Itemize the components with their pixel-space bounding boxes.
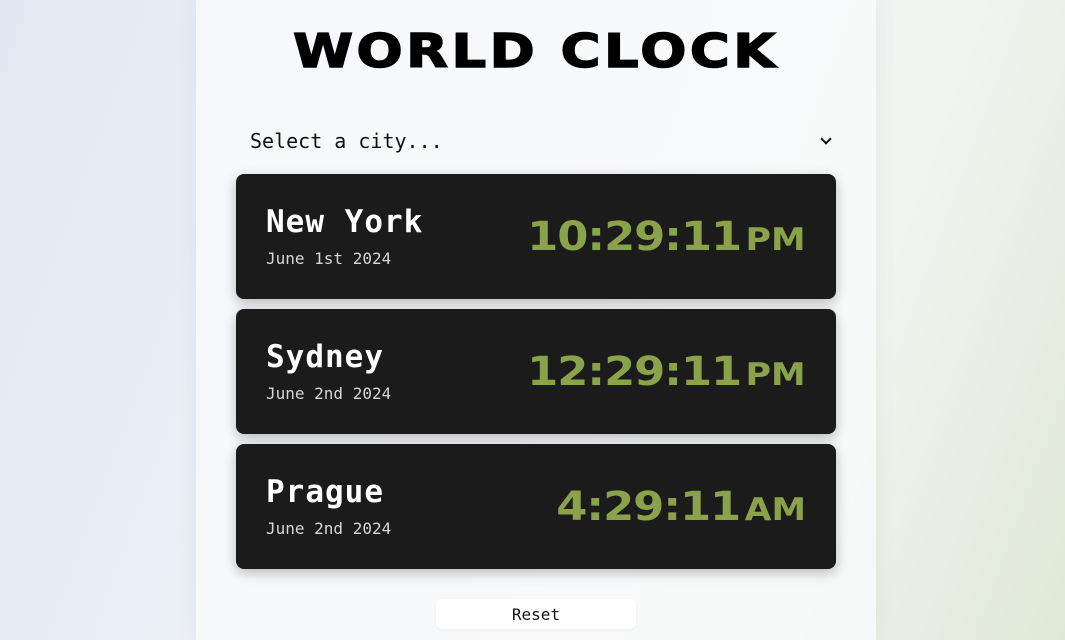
clock-city: Prague bbox=[266, 474, 384, 510]
city-select-value: Select a city... bbox=[250, 129, 443, 153]
clock-time-value: 4:29:11 bbox=[556, 484, 741, 530]
reset-button[interactable]: Reset bbox=[436, 599, 636, 629]
clock-period: AM bbox=[744, 492, 806, 528]
clock-period: PM bbox=[745, 222, 806, 258]
clock-time-value: 10:29:11 bbox=[527, 214, 743, 260]
city-select[interactable]: Select a city... bbox=[236, 122, 836, 160]
page-title: WORLD CLOCK bbox=[292, 23, 779, 79]
clock-time: 12:29:11 PM bbox=[528, 349, 806, 395]
clock-card-new-york: New York June 1st 2024 10:29:11 PM bbox=[236, 174, 836, 299]
clock-date: June 2nd 2024 bbox=[266, 519, 392, 538]
clock-date: June 2nd 2024 bbox=[266, 384, 392, 403]
clock-city: Sydney bbox=[266, 339, 384, 375]
clock-date: June 1st 2024 bbox=[266, 249, 392, 268]
main-panel: WORLD CLOCK Select a city... New York Ju… bbox=[196, 0, 876, 640]
clock-time-value: 12:29:11 bbox=[527, 349, 743, 395]
chevron-down-icon bbox=[820, 133, 832, 145]
clock-time: 4:29:11 AM bbox=[556, 484, 806, 530]
clock-time: 10:29:11 PM bbox=[528, 214, 806, 260]
clock-card-sydney: Sydney June 2nd 2024 12:29:11 PM bbox=[236, 309, 836, 434]
clock-period: PM bbox=[745, 357, 806, 393]
clock-city: New York bbox=[266, 204, 424, 240]
clock-card-prague: Prague June 2nd 2024 4:29:11 AM bbox=[236, 444, 836, 569]
